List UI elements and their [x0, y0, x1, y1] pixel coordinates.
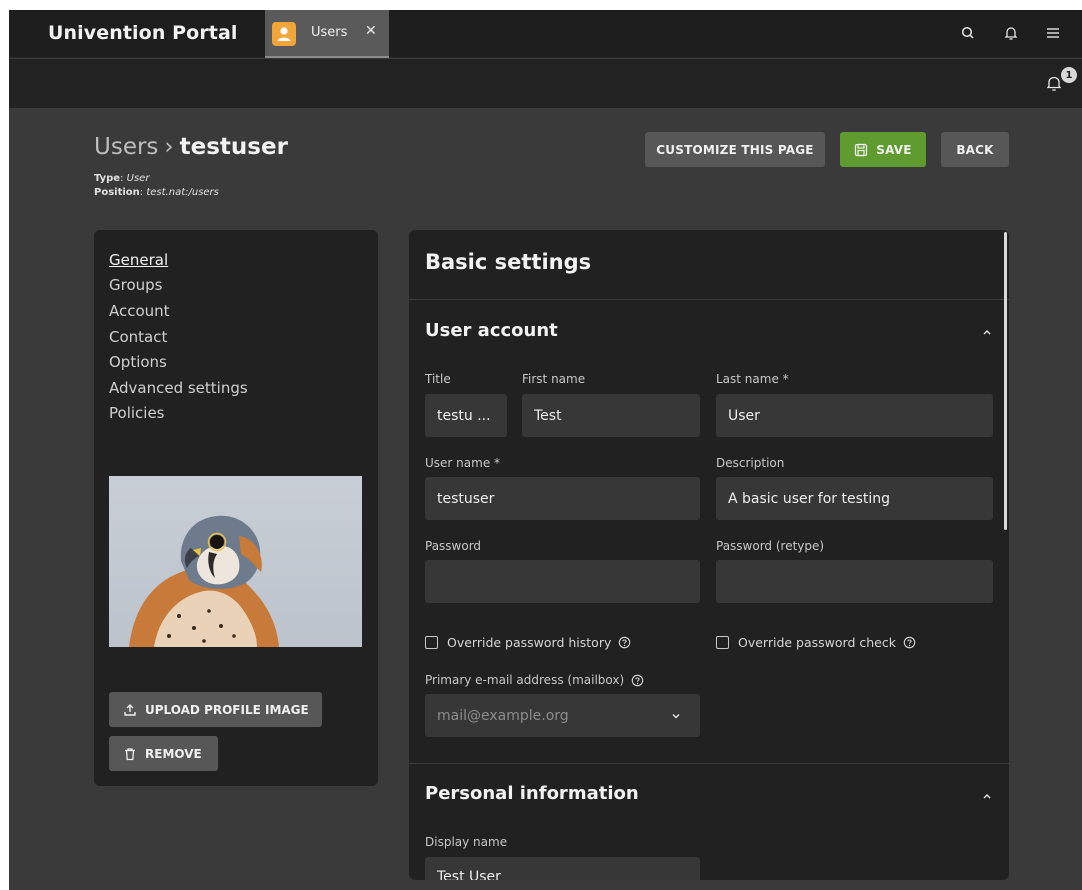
override-password-history-checkbox[interactable]: Override password history [425, 635, 631, 650]
bell-icon[interactable] [1002, 24, 1020, 42]
password-retype-label: Password (retype) [716, 539, 825, 553]
user-account-heading[interactable]: User account [425, 320, 558, 341]
breadcrumb-parent[interactable]: Users [94, 134, 158, 160]
breadcrumb: Users › testuser [94, 134, 288, 160]
notification-count-badge: 1 [1061, 67, 1077, 83]
trash-icon [125, 747, 135, 760]
basic-settings-card: Basic settings User account Title First … [409, 230, 1009, 880]
notification-bar: 1 [9, 59, 1082, 108]
nav-item-advanced-settings[interactable]: Advanced settings [109, 379, 248, 397]
section-title: Basic settings [425, 250, 592, 274]
nav-item-options[interactable]: Options [109, 353, 167, 371]
display-name-label: Display name [425, 835, 508, 849]
title-label: Title [425, 372, 451, 386]
email-label-row: Primary e-mail address (mailbox) [425, 673, 644, 687]
username-input[interactable]: testuser [425, 477, 700, 520]
upload-profile-image-label: UPLOAD PROFILE IMAGE [145, 702, 309, 717]
checkbox-box[interactable] [425, 636, 438, 649]
main-scrollbar[interactable] [1004, 232, 1007, 530]
close-icon[interactable]: ✕ [365, 23, 377, 39]
display-name-input[interactable]: Test User [425, 857, 700, 880]
chevron-down-icon[interactable] [670, 710, 682, 722]
checkbox-box[interactable] [716, 636, 729, 649]
help-icon[interactable] [903, 636, 916, 649]
top-bar: Univention Portal Users ✕ [9, 10, 1082, 58]
nav-item-groups[interactable]: Groups [109, 276, 162, 294]
first-name-label: First name [522, 372, 586, 386]
save-icon [855, 143, 868, 156]
upload-profile-image-button[interactable]: UPLOAD PROFILE IMAGE [109, 692, 322, 727]
save-button-label: SAVE [876, 142, 912, 157]
email-select[interactable]: mail@example.org [425, 694, 700, 737]
divider [409, 763, 1009, 764]
portal-brand[interactable]: Univention Portal [48, 22, 238, 44]
personal-information-heading[interactable]: Personal information [425, 783, 639, 804]
back-button[interactable]: BACK [941, 132, 1009, 167]
nav-item-policies[interactable]: Policies [109, 404, 164, 422]
breadcrumb-separator: › [164, 134, 174, 160]
profile-image [109, 476, 362, 647]
tab-active-indicator [265, 56, 389, 58]
description-input[interactable]: A basic user for testing [716, 477, 993, 520]
nav-item-contact[interactable]: Contact [109, 328, 167, 346]
email-label: Primary e-mail address (mailbox) [425, 673, 625, 687]
breadcrumb-current: testuser [179, 134, 288, 160]
password-label: Password [425, 539, 482, 553]
remove-profile-image-label: REMOVE [145, 746, 202, 761]
override-password-check-label: Override password check [738, 635, 896, 650]
type-value: User [126, 173, 150, 184]
upload-icon [124, 703, 136, 716]
section-nav-card: General Groups Account Contact Options A… [94, 230, 378, 786]
nav-item-account[interactable]: Account [109, 302, 170, 320]
nav-item-general[interactable]: General [109, 251, 168, 269]
portal-window: Univention Portal Users ✕ 1 Users › test… [9, 10, 1082, 890]
first-name-input[interactable]: Test [522, 394, 700, 437]
remove-profile-image-button[interactable]: REMOVE [109, 736, 218, 771]
last-name-input[interactable]: User [716, 394, 993, 437]
search-icon[interactable] [959, 24, 977, 42]
username-label: User name * [425, 456, 501, 470]
description-label: Description [716, 456, 785, 470]
chevron-up-icon[interactable] [981, 790, 993, 802]
help-icon[interactable] [618, 636, 631, 649]
email-placeholder: mail@example.org [437, 707, 569, 724]
position-value: test.nat:/users [146, 187, 219, 198]
position-label: Position [94, 187, 140, 198]
object-position: Position: test.nat:/users [94, 187, 219, 198]
override-password-check-checkbox[interactable]: Override password check [716, 635, 916, 650]
tab-users-label: Users [311, 25, 348, 40]
password-retype-input[interactable] [716, 560, 993, 603]
password-input[interactable] [425, 560, 700, 603]
user-icon [272, 22, 296, 46]
customize-page-button[interactable]: CUSTOMIZE THIS PAGE [645, 132, 825, 167]
divider [409, 299, 1009, 300]
save-button[interactable]: SAVE [840, 132, 926, 167]
chevron-up-icon[interactable] [981, 326, 993, 338]
title-input[interactable]: testu ... [425, 394, 507, 437]
last-name-label: Last name * [716, 372, 789, 386]
help-icon[interactable] [631, 674, 644, 687]
override-password-history-label: Override password history [447, 635, 612, 650]
window-edge [0, 10, 9, 890]
object-type: Type: User [94, 173, 150, 184]
tab-users[interactable]: Users ✕ [265, 10, 389, 58]
menu-icon[interactable] [1044, 24, 1062, 42]
type-label: Type [94, 173, 121, 184]
